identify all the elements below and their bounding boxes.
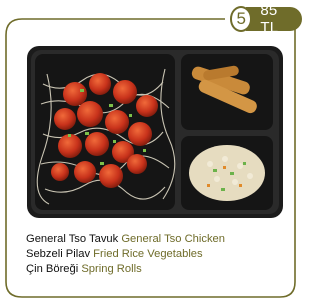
menu-item-1: General Tso Tavuk General Tso Chicken [26,232,294,247]
price-badge: 5 85 TL [230,2,302,36]
menu-item-1-tr: General Tso Tavuk [26,233,119,245]
menu-item-3-en: Spring Rolls [81,263,142,275]
price-label: 85 TL [246,2,302,36]
menu-item-2-tr: Sebzeli Pilav [26,248,91,260]
menu-card: 5 85 TL General Tso Tavuk General Tso Ch… [0,0,302,301]
meal-tray-image [27,46,283,218]
menu-description: General Tso Tavuk General Tso Chicken Se… [26,232,294,277]
menu-item-3: Çin Böreği Spring Rolls [26,262,294,277]
menu-item-2-en: Fried Rice Vegetables [93,248,203,260]
menu-item-2: Sebzeli Pilav Fried Rice Vegetables [26,247,294,262]
menu-item-1-en: General Tso Chicken [121,233,226,245]
menu-item-3-tr: Çin Böreği [26,263,79,275]
